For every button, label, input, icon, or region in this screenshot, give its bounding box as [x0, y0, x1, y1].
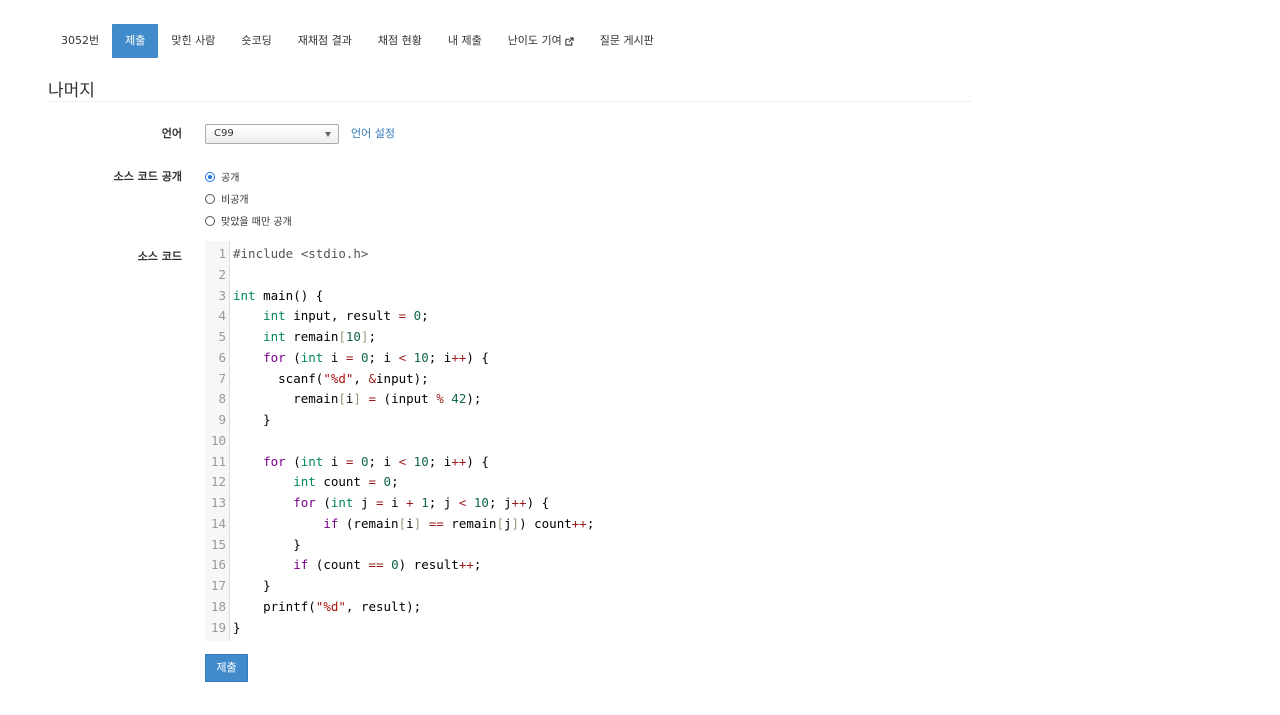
title-divider	[48, 101, 972, 102]
code-line: if (remain[i] == remain[j]) count++;	[323, 515, 595, 531]
external-link-icon	[565, 36, 574, 46]
tab-4[interactable]: 재채점 결과	[285, 24, 365, 58]
tab-7[interactable]: 난이도 기여	[495, 24, 587, 58]
line-number: 6	[218, 349, 226, 365]
chevron-down-icon	[325, 132, 331, 137]
radio-button[interactable]	[205, 171, 215, 182]
tab-label: 내 제출	[447, 34, 482, 47]
code-line: }	[233, 578, 271, 593]
line-number: 17	[210, 578, 226, 593]
line-number: 5	[218, 329, 226, 344]
code-line: for (int j = i + 1; j < 10; j++) {	[293, 495, 550, 510]
code-line: int remain[10];	[263, 329, 377, 344]
tab-8[interactable]: 질문 게시판	[587, 24, 667, 58]
tab-label: 재채점 결과	[297, 34, 352, 47]
visibility-label: 소스 코드 공개	[113, 170, 182, 183]
tab-5[interactable]: 채점 현황	[365, 24, 435, 58]
line-number: 18	[210, 598, 226, 614]
line-number: 1	[218, 246, 226, 261]
line-number: 16	[210, 557, 226, 573]
code-line: for (int i = 0; i < 10; i++) {	[263, 453, 489, 469]
submit-button[interactable]: 제출	[205, 654, 248, 682]
page-title: 나머지	[48, 81, 95, 101]
line-number: 9	[218, 412, 226, 427]
visibility-option-1[interactable]: 비공개	[205, 191, 249, 206]
line-number: 3	[218, 287, 226, 303]
language-select-value: C99	[214, 128, 234, 139]
language-label: 언어	[161, 127, 182, 140]
code-line: #include <stdio.h>	[233, 246, 369, 261]
line-number: 15	[210, 536, 226, 552]
source-code-label: 소스 코드	[137, 250, 182, 263]
line-number: 13	[210, 495, 226, 510]
code-line: }	[233, 619, 241, 635]
line-number: 12	[210, 474, 226, 490]
tab-6[interactable]: 내 제출	[435, 24, 495, 58]
line-number: 11	[210, 453, 226, 469]
tab-2[interactable]: 맞힌 사람	[158, 24, 228, 58]
line-number: 10	[210, 432, 226, 448]
visibility-option-0[interactable]: 공개	[205, 169, 239, 184]
line-number: 4	[218, 308, 226, 324]
line-number-gutter: 1 2 3 4 5 6 7 8 9 10 11 12 13 14 15 16 17 18 19	[205, 241, 230, 641]
problem-nav: 3052번 제출 맞힌 사람 숏코딩 재채점 결과 채점 현황 내 제출 난이도 기여 질문 게…	[48, 24, 667, 58]
radio-label: 맞았을 때만 공개	[221, 217, 292, 228]
line-number: 19	[210, 619, 226, 635]
line-number: 14	[210, 515, 226, 531]
radio-button[interactable]	[205, 193, 215, 204]
radio-label: 공개	[221, 173, 240, 184]
code-line: remain[i] = (input % 42);	[233, 391, 482, 407]
tab-label: 3052번	[61, 34, 100, 47]
tab-1[interactable]: 제출	[112, 24, 159, 58]
tab-label: 질문 게시판	[599, 34, 654, 47]
code-line: printf("%d", result);	[233, 598, 422, 614]
tab-label: 채점 현황	[377, 34, 422, 47]
code-line: if (count == 0) result++;	[293, 557, 482, 573]
language-select[interactable]: C99	[205, 124, 339, 144]
tab-3[interactable]: 숏코딩	[228, 24, 284, 58]
tab-label: 숏코딩	[241, 34, 272, 47]
tab-label: 맞힌 사람	[171, 34, 216, 47]
code-line: int input, result = 0;	[263, 308, 429, 324]
tab-0[interactable]: 3052번	[48, 24, 112, 58]
code-line: }	[233, 536, 301, 552]
language-settings-link[interactable]: 언어 설정	[351, 125, 395, 141]
visibility-option-2[interactable]: 맞았을 때만 공개	[205, 213, 292, 228]
line-number: 2	[218, 266, 226, 282]
code-line: scanf("%d", &input);	[233, 370, 429, 386]
tab-label: 제출	[125, 34, 146, 47]
code-line: for (int i = 0; i < 10; i++) {	[263, 349, 489, 365]
radio-label: 비공개	[221, 195, 249, 206]
tab-label: 난이도 기여	[507, 34, 562, 47]
code-line: }	[233, 412, 271, 427]
code-line: int main() {	[233, 287, 324, 303]
line-number: 8	[218, 391, 226, 407]
radio-button[interactable]	[205, 215, 215, 226]
line-number: 7	[218, 370, 226, 386]
code-line: int count = 0;	[293, 474, 399, 490]
code-editor[interactable]: 1 2 3 4 5 6 7 8 9 10 11 12 13 14 15 16 17 18 19 #include <…	[205, 241, 825, 641]
